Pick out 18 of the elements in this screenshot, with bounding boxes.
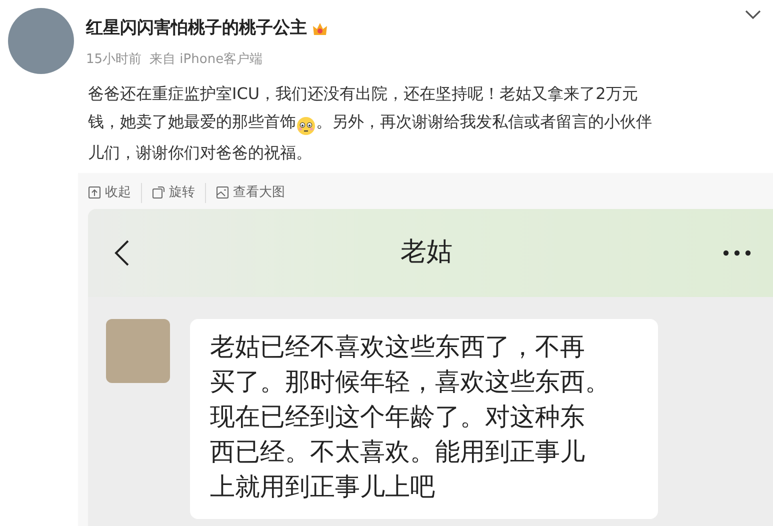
avatar-photo-placeholder <box>106 318 170 382</box>
picture-icon <box>216 186 229 200</box>
rotate-icon <box>152 186 165 200</box>
chevron-down-icon[interactable] <box>745 10 761 20</box>
post-text: 儿们，谢谢你们对爸爸的祝福。 <box>88 143 312 162</box>
author-name[interactable]: 红星闪闪害怕桃子的桃子公主 <box>86 16 307 42</box>
post-text: 爸爸还在重症监护室ICU，我们还没有出院，还在坚持呢！老姑又拿来了2万元 <box>88 84 638 103</box>
message-bubble: 老姑已经不喜欢这些东西了，不再 买了。那时候年轻，喜欢这些东西。 现在已经到这个年龄了。对这种东 西已经。不太喜欢。能用到正事儿 上就用到正事儿上吧 <box>190 318 658 518</box>
toolbar-button[interactable]: 查看大图 <box>205 183 295 202</box>
collapse-icon <box>88 186 101 200</box>
post-text: 钱，她卖了她最爱的那些首饰 <box>88 112 296 131</box>
post-time[interactable]: 15小时前 <box>86 50 142 69</box>
toolbar-button[interactable]: 收起 <box>88 183 141 202</box>
toolbar-button[interactable]: 旋转 <box>141 183 205 202</box>
post-text: 。另外，再次谢谢给我发私信或者留言的小伙伴 <box>316 112 652 131</box>
more-options-icon <box>723 250 751 256</box>
chat-title: 老姑 <box>400 236 452 269</box>
post-source: 来自 iPhone客户端 <box>150 50 263 68</box>
